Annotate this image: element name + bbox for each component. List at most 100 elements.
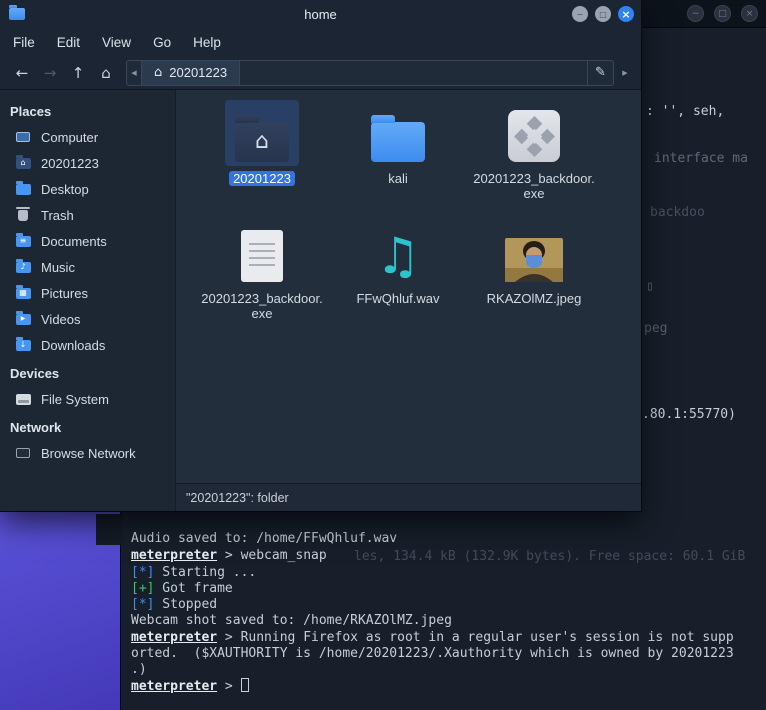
file-label: 20201223 xyxy=(229,171,295,186)
trash-icon xyxy=(13,206,33,223)
sidebar-header-places: Places xyxy=(10,104,52,119)
window-title: home xyxy=(304,6,337,22)
minimize-icon: − xyxy=(576,9,584,19)
path-scroll-right-button[interactable]: ▶ xyxy=(617,60,633,86)
terminal-text-fragment: : '', seh, xyxy=(646,104,725,119)
terminal-line: [*] Starting ... xyxy=(131,565,257,580)
terminal-minimize-button[interactable]: − xyxy=(687,5,704,22)
folder-icon xyxy=(371,115,425,162)
back-button[interactable]: ← xyxy=(8,61,36,85)
meterpreter-prompt: meterpreter xyxy=(131,630,218,645)
sidebar-header-network: Network xyxy=(10,420,62,435)
file-manager-titlebar[interactable]: home − □ × xyxy=(0,0,641,28)
music-folder-icon xyxy=(13,258,33,275)
home-icon: ⌂ xyxy=(154,65,163,80)
menu-item-file[interactable]: File xyxy=(2,31,46,54)
menu-item-help[interactable]: Help xyxy=(182,31,232,54)
sidebar: Places Computer 20201223 Desktop Trash D… xyxy=(0,90,176,511)
pencil-icon: ✎ xyxy=(595,65,606,80)
file-item-backdoor-exe-document[interactable]: 20201223_backdoor.exe xyxy=(198,220,326,340)
terminal-maximize-button[interactable]: □ xyxy=(714,5,731,22)
sidebar-header-devices: Devices xyxy=(10,366,60,381)
file-item-20201223-folder[interactable]: ⌂ 20201223 xyxy=(198,100,326,220)
terminal-line: orted. ($XAUTHORITY is /home/20201223/.X… xyxy=(131,646,734,661)
computer-icon xyxy=(13,129,33,145)
terminal-text-fragment: backdoo xyxy=(650,205,705,220)
sidebar-item-20201223[interactable]: 20201223 xyxy=(0,150,175,176)
menu-item-view[interactable]: View xyxy=(91,31,142,54)
sidebar-item-browse-network[interactable]: Browse Network xyxy=(0,440,175,466)
terminal-line: Audio saved to: /home/FFwQhluf.wav xyxy=(131,531,398,546)
file-manager-window: home − □ × File Edit View Go Help ← → ↑ … xyxy=(0,0,641,511)
pictures-folder-icon xyxy=(13,284,33,301)
menu-bar: File Edit View Go Help xyxy=(0,28,641,56)
window-shadow-fragment xyxy=(96,514,123,545)
forward-button[interactable]: → xyxy=(36,61,64,85)
maximize-button[interactable]: □ xyxy=(595,6,611,22)
videos-folder-icon xyxy=(13,310,33,327)
desktop: − □ × : '', seh, interface ma backdoo ▯ … xyxy=(0,0,766,710)
back-icon: ← xyxy=(15,63,29,82)
sidebar-item-computer[interactable]: Computer xyxy=(0,124,175,150)
network-icon xyxy=(13,445,33,461)
file-item-kali-folder[interactable]: kali xyxy=(334,100,462,220)
menu-item-go[interactable]: Go xyxy=(142,31,182,54)
file-item-jpeg[interactable]: RKAZOlMZ.jpeg xyxy=(470,220,598,340)
file-item-backdoor-exe[interactable]: 20201223_backdoor.exe xyxy=(470,100,598,220)
edit-path-button[interactable]: ✎ xyxy=(587,60,613,85)
home-icon: ⌂ xyxy=(101,63,111,82)
sidebar-item-desktop[interactable]: Desktop xyxy=(0,176,175,202)
terminal-text-fragment: .80.1:55770) xyxy=(642,407,736,422)
menu-item-edit[interactable]: Edit xyxy=(46,31,91,54)
drive-icon xyxy=(13,391,33,407)
terminal-close-button[interactable]: × xyxy=(741,5,758,22)
close-icon: × xyxy=(621,7,631,21)
photo-thumbnail xyxy=(505,238,563,282)
minimize-button[interactable]: − xyxy=(572,6,588,22)
sidebar-item-pictures[interactable]: Pictures xyxy=(0,280,175,306)
forward-icon: → xyxy=(43,63,57,82)
terminal-line: .) xyxy=(131,662,147,677)
file-item-wav[interactable]: ♫ FFwQhluf.wav xyxy=(334,220,462,340)
audio-note-icon: ♫ xyxy=(375,227,421,285)
status-text: "20201223": folder xyxy=(186,490,289,505)
sidebar-item-videos[interactable]: Videos xyxy=(0,306,175,332)
home-button[interactable]: ⌂ xyxy=(92,61,120,85)
sidebar-item-music[interactable]: Music xyxy=(0,254,175,280)
path-scroll-left-button[interactable]: ◀ xyxy=(127,60,142,85)
folder-window-icon xyxy=(9,5,25,20)
file-label: kali xyxy=(388,171,408,186)
terminal-line: [*] Stopped xyxy=(131,597,218,612)
status-bar: "20201223": folder xyxy=(176,483,641,511)
close-button[interactable]: × xyxy=(618,6,634,22)
file-label: FFwQhluf.wav xyxy=(356,291,440,306)
sidebar-item-downloads[interactable]: Downloads xyxy=(0,332,175,358)
chevron-left-icon: ◀ xyxy=(131,68,137,77)
terminal-text-fragment: ▯ xyxy=(646,279,654,294)
document-icon xyxy=(241,230,283,282)
up-button[interactable]: ↑ xyxy=(64,61,92,85)
breadcrumb-current[interactable]: ⌂ 20201223 xyxy=(142,60,241,85)
toolbar: ← → ↑ ⌂ ◀ ⌂ 20201223 ✎ ▶ xyxy=(0,56,641,90)
folder-icon xyxy=(13,180,33,197)
terminal-cursor xyxy=(240,678,249,692)
path-bar[interactable]: ◀ ⌂ 20201223 ✎ xyxy=(126,59,614,86)
up-icon: ↑ xyxy=(71,63,85,82)
terminal-line: meterpreter > Running Firefox as root in… xyxy=(131,630,734,645)
breadcrumb-label: 20201223 xyxy=(169,65,228,80)
maximize-icon: □ xyxy=(599,9,607,19)
terminal-text-fragment: interface ma xyxy=(654,151,748,166)
maximize-icon: □ xyxy=(718,8,727,19)
terminal-text-fragment: peg xyxy=(644,321,668,336)
home-folder-icon xyxy=(13,154,33,171)
chevron-right-icon: ▶ xyxy=(622,68,628,77)
file-list-area[interactable]: ⌂ 20201223 kali 20201223_backdoor.exe 20… xyxy=(176,90,641,511)
terminal-ghost-text: les, 134.4 kB (132.9K bytes). Free space… xyxy=(354,549,746,564)
file-label: 20201223_backdoor.exe xyxy=(201,291,323,321)
executable-icon xyxy=(508,110,560,162)
sidebar-item-file-system[interactable]: File System xyxy=(0,386,175,412)
terminal-line: Webcam shot saved to: /home/RKAZOlMZ.jpe… xyxy=(131,613,452,628)
sidebar-item-documents[interactable]: Documents xyxy=(0,228,175,254)
meterpreter-prompt: meterpreter xyxy=(131,679,218,694)
sidebar-item-trash[interactable]: Trash xyxy=(0,202,175,228)
